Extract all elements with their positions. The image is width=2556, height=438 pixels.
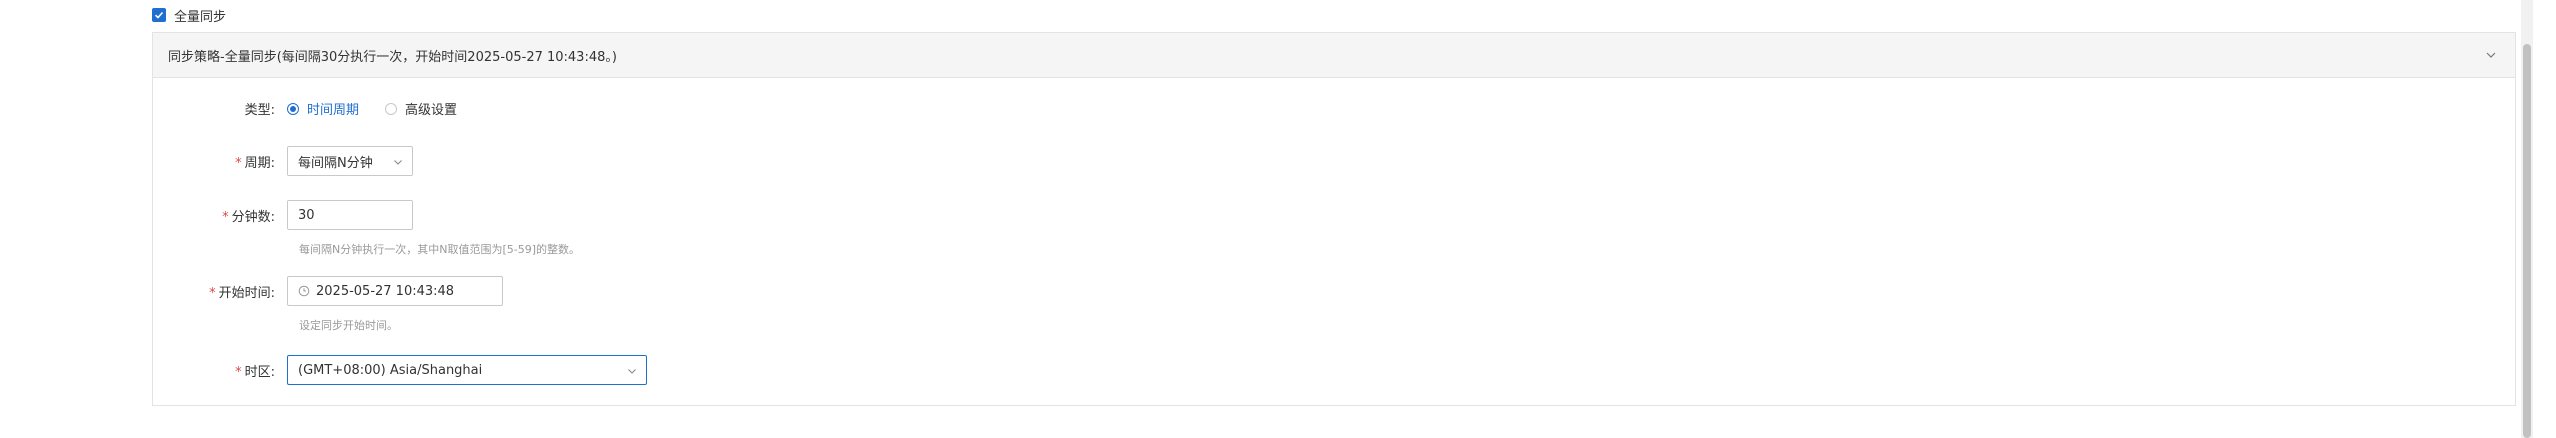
period-row: * 周期: 每间隔N分钟	[153, 146, 413, 176]
check-icon	[154, 11, 164, 19]
timezone-row: * 时区: (GMT+08:00) Asia/Shanghai	[153, 355, 647, 385]
period-select[interactable]: 每间隔N分钟	[287, 146, 413, 176]
scrollbar-thumb[interactable]	[2523, 44, 2531, 438]
full-sync-checkbox-row[interactable]: 全量同步	[152, 6, 227, 25]
type-row: 类型: 时间周期 高级设置	[153, 99, 483, 118]
minutes-row: * 分钟数: 30	[153, 200, 413, 230]
radio-time-period[interactable]: 时间周期	[287, 99, 359, 118]
radio-dot[interactable]	[385, 102, 398, 115]
period-label: * 周期:	[235, 155, 275, 171]
required-mark: *	[235, 155, 242, 171]
start-time-hint: 设定同步开始时间。	[299, 319, 398, 332]
radio-advanced[interactable]: 高级设置	[385, 99, 457, 118]
timezone-select[interactable]: (GMT+08:00) Asia/Shanghai	[287, 355, 647, 385]
required-mark: *	[222, 209, 229, 225]
radio-time-period-label: 时间周期	[307, 103, 360, 118]
clock-icon	[298, 285, 310, 297]
panel-title: 同步策略-全量同步(每间隔30分执行一次，开始时间2025-05-27 10:4…	[168, 49, 617, 65]
full-sync-checkbox[interactable]	[152, 8, 166, 22]
sync-strategy-panel: 同步策略-全量同步(每间隔30分执行一次，开始时间2025-05-27 10:4…	[152, 32, 2516, 406]
start-time-row: * 开始时间: 2025-05-27 10:43:48	[153, 276, 503, 306]
chevron-down-icon	[394, 160, 402, 165]
period-value: 每间隔N分钟	[298, 155, 373, 171]
timezone-value: (GMT+08:00) Asia/Shanghai	[298, 362, 483, 378]
chevron-down-icon	[628, 369, 636, 374]
type-label: 类型:	[244, 103, 275, 118]
full-sync-label: 全量同步	[174, 9, 227, 25]
minutes-input[interactable]: 30	[287, 200, 413, 230]
radio-dot-selected[interactable]	[287, 102, 299, 115]
start-time-input[interactable]: 2025-05-27 10:43:48	[287, 276, 503, 306]
timezone-label: * 时区:	[235, 364, 275, 380]
radio-advanced-label: 高级设置	[405, 103, 458, 118]
required-mark: *	[235, 364, 242, 380]
minutes-label: * 分钟数:	[222, 209, 275, 225]
start-time-label: * 开始时间:	[209, 285, 275, 301]
panel-header[interactable]: 同步策略-全量同步(每间隔30分执行一次，开始时间2025-05-27 10:4…	[153, 33, 2515, 78]
minutes-hint: 每间隔N分钟执行一次，其中N取值范围为[5-59]的整数。	[299, 243, 581, 256]
required-mark: *	[209, 285, 216, 301]
minutes-value: 30	[298, 207, 315, 223]
start-time-value: 2025-05-27 10:43:48	[316, 283, 455, 299]
chevron-down-icon[interactable]	[2483, 47, 2499, 63]
